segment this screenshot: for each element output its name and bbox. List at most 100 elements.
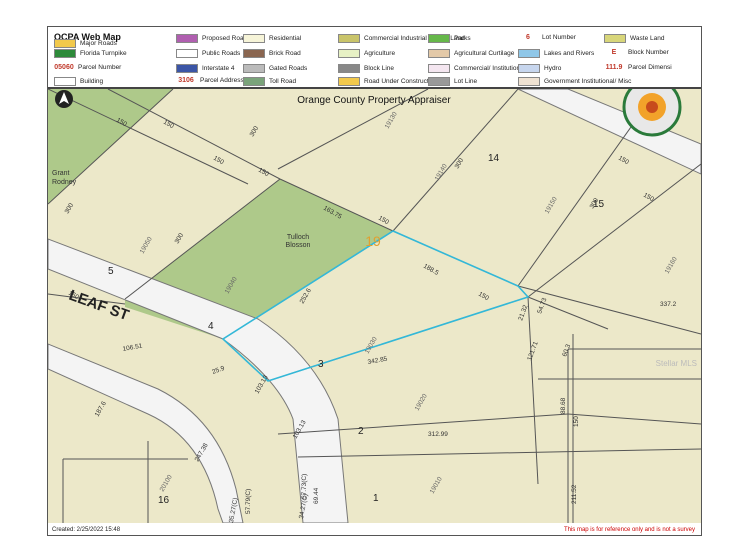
- legend-item: Agricultural Curtilage: [428, 49, 514, 58]
- legend-label: Lot Line: [454, 78, 478, 86]
- legend-label: Brick Road: [269, 50, 301, 58]
- legend-item: Lakes and Rivers: [518, 49, 594, 58]
- legend-label: Agricultural Curtilage: [454, 50, 515, 58]
- legend-item: 05060 Parcel Number: [54, 64, 121, 71]
- legend-item: Proposed Roa: [176, 34, 244, 43]
- created-timestamp: Created: 2/25/2022 15:48: [52, 527, 121, 533]
- legend-label: Lakes and Rivers: [544, 50, 595, 58]
- legend-swatch: [54, 77, 76, 86]
- legend-item: Major Roads: [54, 39, 117, 48]
- lot-number: 14: [488, 153, 500, 164]
- legend-label: Parcel Dimensi: [628, 64, 672, 72]
- legend-swatch: [176, 49, 198, 58]
- legend-item: Commercial/ Institutional: [428, 64, 525, 73]
- legend-swatch: [243, 49, 265, 58]
- legend-label: Public Roads: [202, 50, 241, 58]
- legend-swatch: [176, 34, 198, 43]
- legend-label: Parcel Address: [200, 77, 244, 85]
- legend-item: Toll Road: [243, 77, 296, 86]
- map-canvas[interactable]: Orange County Property Appraiser LEAF ST T…: [48, 89, 701, 523]
- parcel-map-svg[interactable]: Orange County Property AppraiserLEAF STT…: [48, 89, 701, 523]
- legend-item: Hydro: [518, 64, 561, 73]
- legend-item: Interstate 4: [176, 64, 235, 73]
- legend-label: Florida Turnpike: [80, 50, 127, 58]
- lot-number: 5: [108, 266, 114, 277]
- legend-item: 111.9 Parcel Dimensi: [604, 64, 672, 71]
- legend-label: Waste Land: [630, 35, 665, 43]
- area-label: Tulloch: [287, 234, 309, 241]
- legend-label: Lot Number: [542, 34, 576, 42]
- legend-label: Agriculture: [364, 50, 396, 58]
- dimension-label: 337.2: [660, 301, 677, 308]
- north-arrow-icon[interactable]: [55, 90, 73, 108]
- legend-label: Toll Road: [269, 78, 297, 86]
- legend-swatch: [518, 49, 540, 58]
- legend-item: Public Roads: [176, 49, 240, 58]
- lot-number: 16: [158, 495, 170, 506]
- appraiser-seal-icon: [622, 89, 682, 137]
- legend-label: Block Line: [364, 65, 394, 73]
- legend-label: Road Under Construction: [364, 78, 438, 86]
- legend-label: Hydro: [544, 65, 562, 73]
- dimension-label: 57.79(C): [245, 489, 252, 514]
- legend-label: Commercial/ Institutional: [454, 65, 526, 73]
- lot-number: 2: [358, 426, 364, 437]
- legend-swatch: [428, 77, 450, 86]
- legend-item: Gated Roads: [243, 64, 307, 73]
- legend-item: Parks: [428, 34, 471, 43]
- watermark-text: Stellar MLS: [655, 359, 697, 368]
- lot-number: 4: [208, 321, 214, 332]
- legend-swatch: E: [611, 49, 617, 56]
- legend-label: Building: [80, 78, 104, 86]
- grant-label: Grant: [52, 170, 70, 177]
- legend-label: Block Number: [628, 49, 669, 57]
- dimension-label: 150: [573, 416, 580, 427]
- legend-item: Waste Land: [604, 34, 664, 43]
- legend-swatch: [338, 77, 360, 86]
- legend-item: Brick Road: [243, 49, 301, 58]
- legend-label: Proposed Roa: [202, 35, 244, 43]
- legend-swatch: [176, 64, 198, 73]
- dimension-label: 211.52: [571, 484, 578, 504]
- area-label: Blosson: [286, 242, 311, 249]
- legend-item: Residential: [243, 34, 301, 43]
- legend-swatch: [428, 34, 450, 43]
- lot-number: 3: [318, 359, 324, 370]
- legend-swatch: 05060: [54, 64, 74, 71]
- legend-item: Florida Turnpike: [54, 49, 127, 58]
- legend-swatch: [338, 64, 360, 73]
- legend-swatch: [243, 34, 265, 43]
- legend-swatch: [518, 64, 540, 73]
- legend-item: E Block Number: [604, 49, 669, 56]
- legend-swatch: 3106: [178, 77, 194, 84]
- legend-item: 3106 Parcel Address: [176, 77, 244, 84]
- legend-item: Agriculture: [338, 49, 395, 58]
- survey-disclaimer: This map is for reference only and is no…: [563, 527, 695, 533]
- grant-label: Rodney: [52, 179, 77, 186]
- legend-item: Government Institutional/ Misc: [518, 77, 631, 86]
- legend-swatch: 111.9: [605, 64, 623, 71]
- legend-item: Road Under Construction: [338, 77, 437, 86]
- dimension-label: 312.99: [428, 431, 448, 438]
- legend-swatch: [338, 49, 360, 58]
- legend-item: Lot Line: [428, 77, 477, 86]
- legend-swatch: [54, 49, 76, 58]
- legend-label: Major Roads: [80, 40, 117, 48]
- legend-label: Interstate 4: [202, 65, 235, 73]
- legend-label: Parks: [454, 35, 471, 43]
- block-number: 19: [365, 233, 381, 249]
- legend-swatch: [604, 34, 626, 43]
- legend-swatch: [518, 77, 540, 86]
- map-title: Orange County Property Appraiser: [297, 95, 451, 106]
- legend-swatch: 6: [526, 34, 530, 41]
- legend-label: Parcel Number: [78, 64, 122, 72]
- legend-swatch: [428, 49, 450, 58]
- legend-swatch: [54, 39, 76, 48]
- legend-swatch: [428, 64, 450, 73]
- dimension-label: 88.68: [560, 397, 567, 414]
- map-frame: OCPA Web Map Major Roads Proposed Roa Resi…: [47, 26, 702, 536]
- legend-item: Building: [54, 77, 103, 86]
- legend-label: Residential: [269, 35, 302, 43]
- legend-item: 6 Lot Number: [518, 34, 576, 41]
- legend-label: Government Institutional/ Misc: [544, 78, 632, 86]
